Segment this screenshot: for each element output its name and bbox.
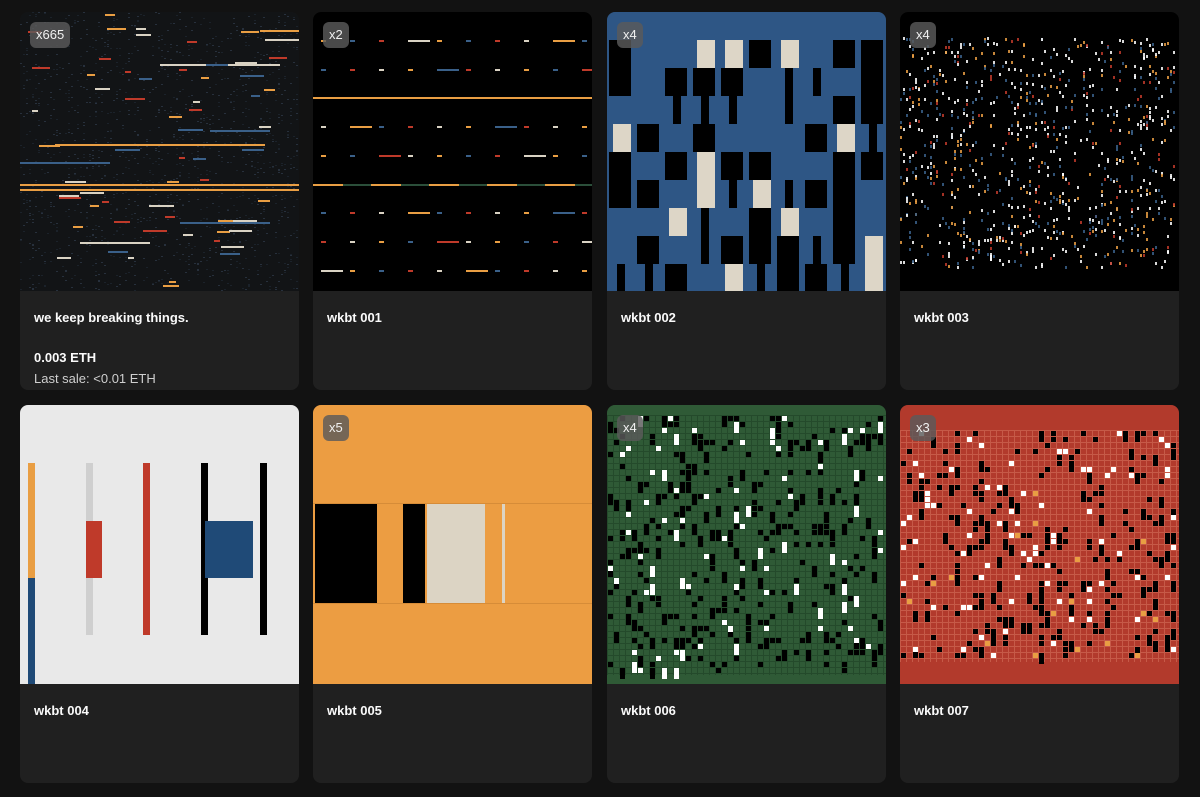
nft-artwork[interactable] [20,12,299,291]
art-we-keep-breaking-things [20,12,299,291]
nft-artwork[interactable] [313,405,592,684]
nft-artwork[interactable] [20,405,299,684]
edition-count-badge: x2 [323,22,349,48]
art-wkbt-002 [607,12,886,291]
nft-price: 0.003 ETH [34,350,97,365]
art-wkbt-004 [20,405,299,684]
nft-card-wkbt-005[interactable]: x5 wkbt 005 [313,405,592,783]
art-wkbt-006 [607,405,886,684]
nft-artwork[interactable] [313,12,592,291]
nft-card-wkbt-004[interactable]: wkbt 004 [20,405,299,783]
nft-title[interactable]: wkbt 001 [327,310,382,325]
art-wkbt-005 [313,405,592,684]
nft-title[interactable]: wkbt 002 [621,310,676,325]
edition-count-badge: x665 [30,22,71,48]
nft-card-we-keep-breaking-things[interactable]: x665 we keep breaking things. 0.003 ETH … [20,12,299,390]
edition-count-badge: x3 [910,415,936,441]
nft-grid: x665 we keep breaking things. 0.003 ETH … [0,0,1200,797]
nft-card-wkbt-007[interactable]: x3 wkbt 007 [900,405,1179,783]
edition-count-badge: x5 [323,415,349,441]
nft-title[interactable]: wkbt 003 [914,310,969,325]
nft-artwork[interactable] [900,405,1179,684]
nft-title[interactable]: wkbt 005 [327,703,382,718]
nft-card-wkbt-002[interactable]: x4 wkbt 002 [607,12,886,390]
edition-count-badge: x4 [910,22,936,48]
art-wkbt-003 [900,12,1179,291]
edition-count-badge: x4 [617,22,643,48]
nft-artwork[interactable] [900,12,1179,291]
nft-title[interactable]: we keep breaking things. [34,310,189,325]
edition-count-badge: x4 [617,415,643,441]
nft-title[interactable]: wkbt 006 [621,703,676,718]
nft-card-wkbt-001[interactable]: x2 wkbt 001 [313,12,592,390]
nft-title[interactable]: wkbt 004 [34,703,89,718]
nft-artwork[interactable] [607,12,886,291]
nft-title[interactable]: wkbt 007 [914,703,969,718]
last-sale-text: Last sale: <0.01 ETH [34,371,156,386]
nft-card-wkbt-006[interactable]: x4 wkbt 006 [607,405,886,783]
art-wkbt-007 [900,405,1179,684]
nft-artwork[interactable] [607,405,886,684]
nft-card-wkbt-003[interactable]: x4 wkbt 003 [900,12,1179,390]
art-wkbt-001 [313,12,592,291]
